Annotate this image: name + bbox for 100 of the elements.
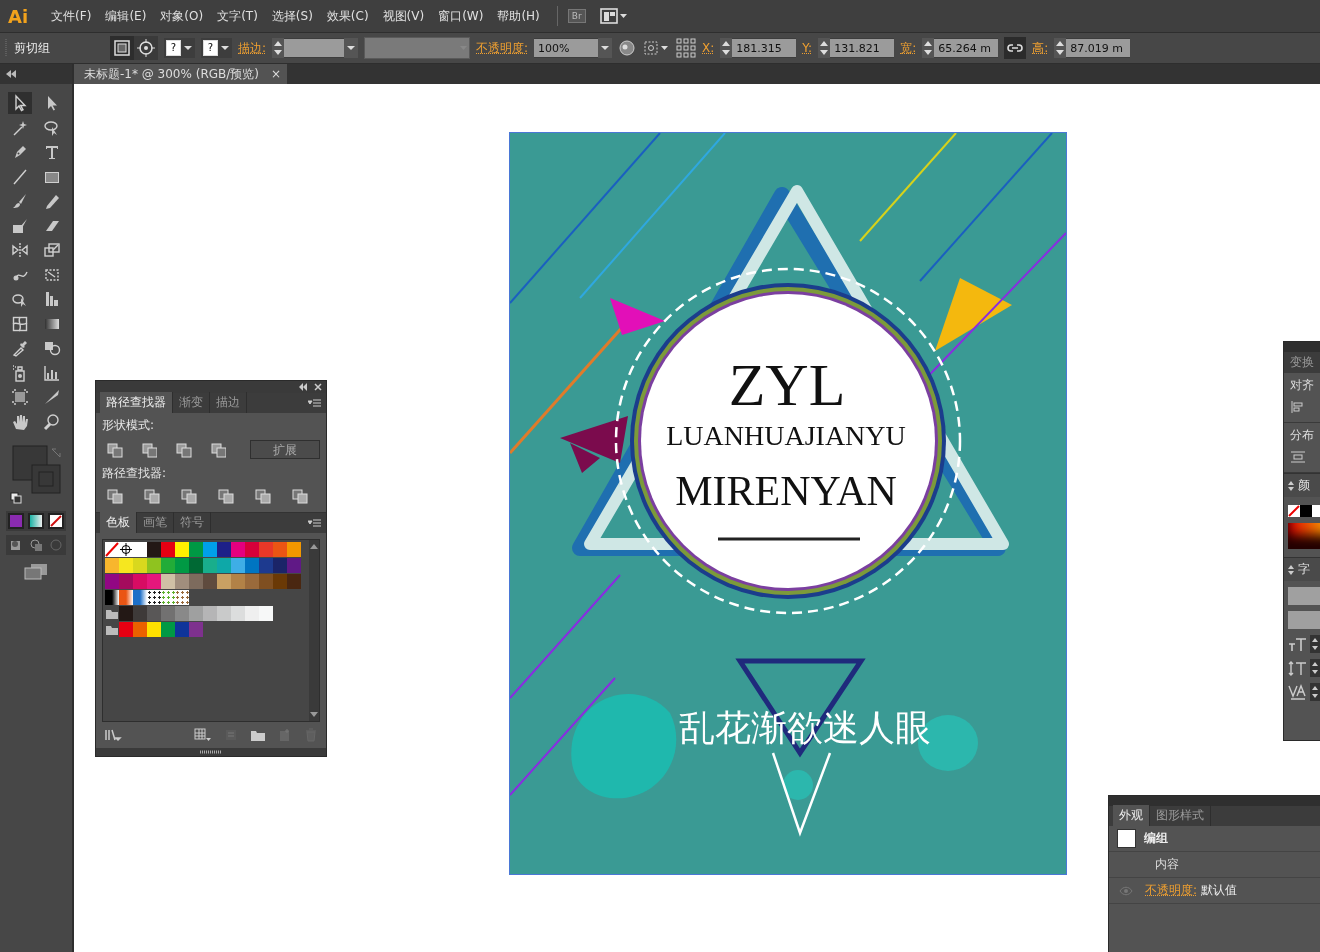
color-swatch[interactable] <box>217 542 231 557</box>
link-icon[interactable] <box>1004 37 1027 59</box>
caret-icon[interactable] <box>344 38 359 58</box>
color-swatch[interactable] <box>259 574 273 589</box>
close-icon[interactable] <box>314 383 322 391</box>
gradient-mode-icon[interactable] <box>27 511 45 530</box>
opacity-field[interactable]: 100% <box>534 38 613 58</box>
menu-item[interactable]: 帮助(H) <box>490 7 547 25</box>
color-swatch[interactable] <box>203 542 217 557</box>
menu-item[interactable]: 效果(C) <box>319 7 376 25</box>
color-swatch[interactable] <box>245 606 259 621</box>
color-swatch[interactable] <box>231 542 245 557</box>
outline-icon[interactable] <box>254 488 272 504</box>
color-swatch[interactable] <box>231 574 245 589</box>
gradient-swatch[interactable] <box>119 590 133 605</box>
menu-item[interactable]: 编辑(E) <box>98 7 154 25</box>
menu-item[interactable]: 选择(S) <box>264 7 320 25</box>
merge-icon[interactable] <box>180 488 198 504</box>
color-swatch[interactable] <box>147 542 161 557</box>
color-swatch[interactable] <box>147 606 161 621</box>
panel-tab[interactable]: 路径查找器 <box>100 392 173 413</box>
color-swatch[interactable] <box>161 558 175 573</box>
menu-item[interactable]: 文字(T) <box>210 7 265 25</box>
registration-swatch[interactable] <box>119 542 133 557</box>
caret-icon[interactable] <box>220 44 230 52</box>
color-swatch[interactable] <box>273 542 287 557</box>
divide-icon[interactable] <box>106 488 124 504</box>
panel-tab[interactable]: 图形样式 <box>1150 805 1211 826</box>
expand-toggle-icon[interactable] <box>1288 480 1294 491</box>
expand-toggle-icon[interactable] <box>1288 564 1294 575</box>
color-swatch[interactable] <box>105 558 119 573</box>
panel-tab[interactable]: 画笔 <box>137 512 174 533</box>
color-swatch[interactable] <box>189 606 203 621</box>
stroke-dropdown[interactable]: ? <box>201 38 232 58</box>
reference-point-icon[interactable] <box>676 38 697 58</box>
y-field[interactable]: 131.821 <box>818 38 895 58</box>
color-swatch[interactable] <box>133 622 147 637</box>
pattern-swatch[interactable] <box>147 590 161 605</box>
color-swatch[interactable] <box>119 558 133 573</box>
exclude-icon[interactable] <box>209 441 227 458</box>
folder-icon[interactable] <box>250 728 266 742</box>
color-swatch[interactable] <box>217 574 231 589</box>
panel-menu-icon[interactable] <box>308 519 322 527</box>
color-swatch[interactable] <box>203 558 217 573</box>
spinner-icon[interactable] <box>1054 38 1067 58</box>
color-swatch[interactable] <box>161 622 175 637</box>
align-left-icon[interactable] <box>1290 400 1304 414</box>
collapse-icon[interactable] <box>5 70 17 78</box>
gradient-swatch[interactable] <box>105 590 119 605</box>
workspace-icon[interactable] <box>599 8 628 24</box>
minus-back-icon[interactable] <box>291 488 309 504</box>
color-swatch[interactable] <box>175 606 189 621</box>
color-swatch[interactable] <box>105 574 119 589</box>
spinner-icon[interactable] <box>1310 683 1320 701</box>
color-swatch[interactable] <box>161 542 175 557</box>
document-tab[interactable]: 未标题-1* @ 300% (RGB/预览) × <box>74 64 288 84</box>
intersect-icon[interactable] <box>175 441 192 458</box>
gradient-swatch[interactable] <box>133 590 147 605</box>
menu-item[interactable]: 文件(F) <box>44 7 99 25</box>
color-swatch[interactable] <box>133 606 147 621</box>
color-swatch[interactable] <box>217 606 231 621</box>
edit-contents-icon[interactable] <box>134 36 158 60</box>
distribute-icon[interactable] <box>1290 450 1306 464</box>
color-swatch[interactable] <box>245 574 259 589</box>
pattern-swatch[interactable] <box>175 590 189 605</box>
color-swatch[interactable] <box>189 542 203 557</box>
scroll-down-icon[interactable] <box>310 712 318 718</box>
new-swatch-icon[interactable] <box>278 728 292 742</box>
color-swatch[interactable] <box>119 606 133 621</box>
height-field[interactable]: 87.019 m <box>1054 38 1131 58</box>
none-swatch[interactable] <box>1288 505 1300 517</box>
color-swatch[interactable] <box>133 574 147 589</box>
color-swatch[interactable] <box>1300 505 1312 517</box>
minus-front-icon[interactable] <box>140 441 158 458</box>
screen-mode-icon[interactable] <box>23 562 49 581</box>
color-swatch[interactable] <box>203 574 217 589</box>
color-swatch[interactable] <box>189 574 203 589</box>
color-swatch[interactable] <box>287 542 301 557</box>
menu-item[interactable]: 窗口(W) <box>431 7 491 25</box>
color-swatch[interactable] <box>189 622 203 637</box>
spinner-icon[interactable] <box>272 38 285 58</box>
grid-view-icon[interactable] <box>194 728 212 742</box>
width-field[interactable]: 65.264 m <box>922 38 999 58</box>
color-swatch[interactable] <box>175 574 189 589</box>
caret-icon[interactable] <box>598 38 613 58</box>
color-swatch[interactable] <box>175 558 189 573</box>
color-swatch[interactable] <box>161 574 175 589</box>
color-swatch[interactable] <box>287 574 301 589</box>
x-field[interactable]: 181.315 <box>720 38 797 58</box>
spinner-icon[interactable] <box>720 38 733 58</box>
bridge-button[interactable]: Br <box>567 9 586 23</box>
scroll-up-icon[interactable] <box>310 543 318 549</box>
color-swatch[interactable] <box>273 558 287 573</box>
panel-tab[interactable]: 色板 <box>100 512 137 533</box>
stroke-weight-field[interactable] <box>272 38 359 58</box>
color-swatch[interactable] <box>161 606 175 621</box>
panel-tab[interactable]: 外观 <box>1113 805 1150 826</box>
color-swatch[interactable] <box>231 606 245 621</box>
color-swatch[interactable] <box>273 574 287 589</box>
collapse-icon[interactable] <box>298 383 308 391</box>
